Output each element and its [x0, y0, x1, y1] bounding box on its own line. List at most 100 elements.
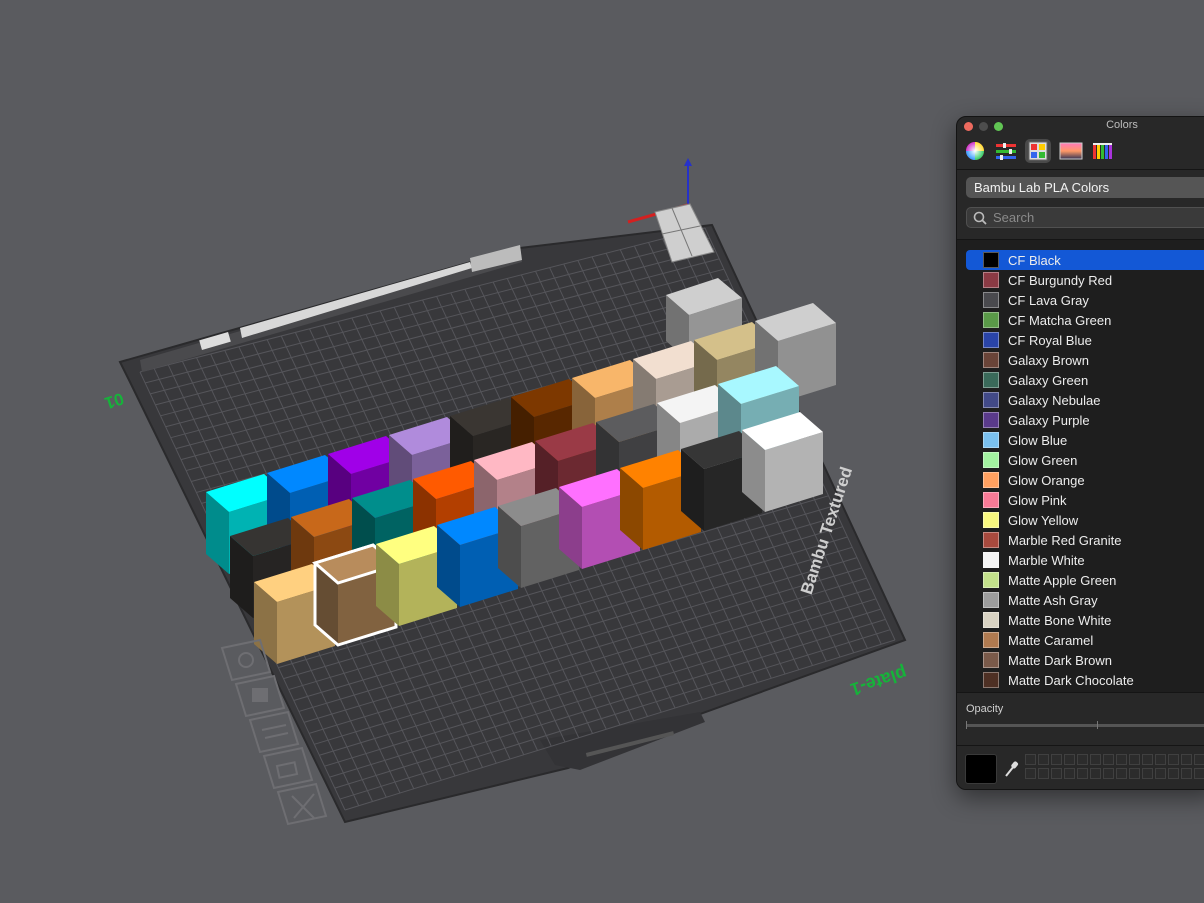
delete-plate-icon[interactable] — [276, 782, 328, 826]
color-name: Marble Red Granite — [1008, 532, 1122, 548]
opacity-section: Opacity — [957, 692, 1204, 745]
opacity-slider[interactable] — [966, 724, 1204, 727]
color-swatch — [983, 392, 999, 408]
color-name: Matte Caramel — [1008, 632, 1094, 648]
empty-swatch-well[interactable] — [1038, 754, 1049, 765]
color-name: Glow Pink — [1008, 492, 1067, 508]
empty-swatch-well[interactable] — [1155, 768, 1166, 779]
empty-swatch-well[interactable] — [1155, 754, 1166, 765]
color-list[interactable]: CF Black CF Burgundy Red CF Lava Gray CF Ma… — [957, 239, 1204, 692]
color-name: Matte Apple Green — [1008, 572, 1117, 588]
color-list-item[interactable]: Matte Dark Brown — [966, 650, 1204, 670]
empty-swatch-well[interactable] — [1168, 754, 1179, 765]
color-swatch — [983, 252, 999, 268]
empty-swatch-well[interactable] — [1025, 754, 1036, 765]
color-sliders-icon — [996, 143, 1016, 160]
empty-swatch-well[interactable] — [1142, 754, 1153, 765]
color-list-item[interactable]: Galaxy Brown — [966, 350, 1204, 370]
empty-swatch-well[interactable] — [1077, 768, 1088, 779]
tab-pencils[interactable] — [1090, 139, 1116, 163]
color-palettes-icon — [1028, 141, 1048, 161]
palette-list-select[interactable]: Bambu Lab PLA Colors — [966, 177, 1204, 198]
color-list-item[interactable]: Glow Green — [966, 450, 1204, 470]
empty-swatch-well[interactable] — [1129, 754, 1140, 765]
empty-swatch-well[interactable] — [1181, 768, 1192, 779]
empty-swatch-well[interactable] — [1090, 754, 1101, 765]
color-name: CF Black — [1008, 252, 1061, 268]
empty-swatch-well[interactable] — [1116, 754, 1127, 765]
plate-settings-icon[interactable] — [248, 710, 300, 754]
color-list-item[interactable]: Glow Blue — [966, 430, 1204, 450]
empty-swatch-well[interactable] — [1025, 768, 1036, 779]
empty-swatch-well[interactable] — [1194, 754, 1204, 765]
empty-swatch-well[interactable] — [1116, 768, 1127, 779]
empty-swatch-well[interactable] — [1181, 754, 1192, 765]
color-name: Glow Green — [1008, 452, 1078, 468]
color-name: Matte Bone White — [1008, 612, 1112, 628]
color-name: Glow Orange — [1008, 472, 1085, 488]
color-name: Glow Blue — [1008, 432, 1068, 448]
color-name: Matte Dark Brown — [1008, 652, 1113, 668]
color-list-item[interactable]: CF Royal Blue — [966, 330, 1204, 350]
color-name: Galaxy Nebulae — [1008, 392, 1101, 408]
color-list-item[interactable]: CF Burgundy Red — [966, 270, 1204, 290]
color-list-item[interactable]: Matte Caramel — [966, 630, 1204, 650]
color-list-item[interactable]: CF Lava Gray — [966, 290, 1204, 310]
current-color-well[interactable] — [965, 754, 997, 784]
color-list-item[interactable]: Matte Bone White — [966, 610, 1204, 630]
title-bar: Colors — [957, 117, 1204, 135]
empty-swatch-well[interactable] — [1103, 768, 1114, 779]
color-name: CF Lava Gray — [1008, 292, 1089, 308]
color-list-item[interactable]: CF Black — [966, 250, 1204, 270]
color-name: Galaxy Purple — [1008, 412, 1090, 428]
opacity-tick — [1097, 721, 1098, 729]
eyedropper-icon[interactable] — [1003, 760, 1019, 778]
color-name: Matte Dark Chocolate — [1008, 672, 1134, 688]
empty-swatch-well[interactable] — [1090, 768, 1101, 779]
toolbar-divider — [957, 169, 1204, 170]
mode-toolbar — [957, 135, 1204, 167]
pencils-icon — [1093, 143, 1112, 159]
color-list-item[interactable]: Galaxy Nebulae — [966, 390, 1204, 410]
empty-swatch-well[interactable] — [1051, 754, 1062, 765]
empty-swatch-well[interactable] — [1168, 768, 1179, 779]
tab-color-palettes[interactable] — [1025, 139, 1051, 163]
pick-object-icon[interactable] — [262, 746, 314, 790]
color-swatch — [983, 372, 999, 388]
color-swatch — [983, 552, 999, 568]
empty-swatch-well[interactable] — [1077, 754, 1088, 765]
empty-swatch-well[interactable] — [1129, 768, 1140, 779]
empty-swatch-well[interactable] — [1103, 754, 1114, 765]
cube[interactable] — [742, 412, 823, 512]
color-name: CF Royal Blue — [1008, 332, 1092, 348]
color-list-item[interactable]: Galaxy Purple — [966, 410, 1204, 430]
color-name: Glow Yellow — [1008, 512, 1079, 528]
tab-color-sliders[interactable] — [993, 139, 1019, 163]
color-list-item[interactable]: Galaxy Green — [966, 370, 1204, 390]
empty-swatch-well[interactable] — [1064, 754, 1075, 765]
tab-image-palettes[interactable] — [1058, 139, 1084, 163]
search-input[interactable]: Search — [966, 207, 1204, 228]
empty-swatch-well[interactable] — [1194, 768, 1204, 779]
color-list-item[interactable]: Matte Apple Green — [966, 570, 1204, 590]
color-list-item[interactable]: Matte Dark Chocolate — [966, 670, 1204, 690]
color-list-item[interactable]: Glow Orange — [966, 470, 1204, 490]
color-swatch — [983, 572, 999, 588]
tab-color-wheel[interactable] — [962, 139, 988, 163]
empty-swatch-well[interactable] — [1142, 768, 1153, 779]
color-list-item[interactable]: Marble Red Granite — [966, 530, 1204, 550]
arrange-icon[interactable] — [234, 674, 286, 718]
color-list-item[interactable]: Marble White — [966, 550, 1204, 570]
orient-icon[interactable] — [220, 638, 272, 682]
color-list-item[interactable]: Glow Pink — [966, 490, 1204, 510]
color-swatch — [983, 492, 999, 508]
colors-panel: Colors Bambu Lab PLA Colors Search CF Bl… — [956, 116, 1204, 790]
color-list-item[interactable]: Glow Yellow — [966, 510, 1204, 530]
color-wheel-icon — [966, 142, 984, 160]
empty-swatch-well[interactable] — [1064, 768, 1075, 779]
color-list-item[interactable]: Matte Ash Gray — [966, 590, 1204, 610]
empty-swatch-well[interactable] — [1038, 768, 1049, 779]
color-list-item[interactable]: CF Matcha Green — [966, 310, 1204, 330]
plate-name-label: plate-1 — [848, 663, 909, 700]
empty-swatch-well[interactable] — [1051, 768, 1062, 779]
